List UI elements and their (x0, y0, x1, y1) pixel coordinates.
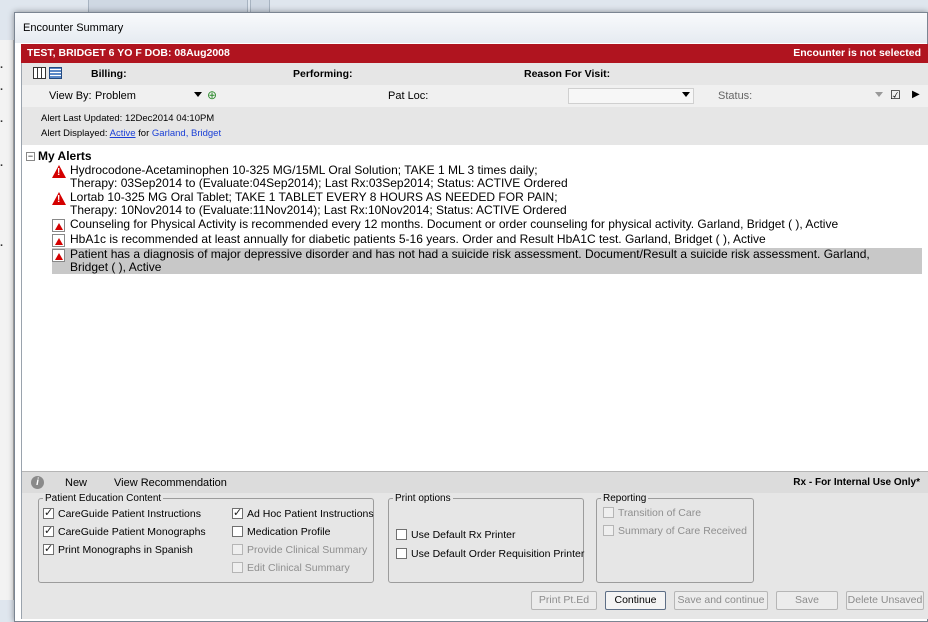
status-label: Status: (718, 90, 753, 102)
alert-last-updated: Alert Last Updated: 12Dec2014 04:10PM (41, 113, 215, 124)
calendar-grid-icon[interactable] (49, 67, 62, 79)
alert-item[interactable]: Hydrocodone-Acetaminophen 10-325 MG/15ML… (52, 164, 922, 190)
billing-label: Billing: (91, 68, 127, 80)
view-row: View By: Problem ⊕ Pat Loc: Status: ☑ ▶ (22, 85, 928, 107)
pat-loc-select[interactable] (568, 88, 694, 104)
warning-icon (52, 192, 66, 206)
lab-flask-icon (52, 249, 65, 262)
alert-text-line1: HbA1c is recommended at least annually f… (70, 232, 766, 246)
patient-banner: TEST, BRIDGET 6 YO F DOB: 08Aug2008 Enco… (21, 44, 928, 63)
action-bar: i New View Recommendation Rx - For Inter… (22, 471, 928, 493)
info-icon[interactable]: i (31, 476, 44, 489)
alert-item[interactable]: Lortab 10-325 MG Oral Tablet; TAKE 1 TAB… (52, 191, 922, 217)
chevron-down-icon[interactable] (194, 92, 202, 97)
print-pt-ed-button[interactable]: Print Pt.Ed (531, 591, 597, 610)
collapse-icon[interactable]: − (26, 152, 35, 161)
summary-received-checkbox[interactable]: Summary of Care Received (603, 525, 747, 537)
alert-info: Alert Last Updated: 12Dec2014 04:10PM Al… (22, 107, 928, 145)
reason-for-visit-label: Reason For Visit: (524, 68, 611, 80)
careguide-instructions-checkbox[interactable]: CareGuide Patient Instructions (43, 506, 201, 520)
background-mark: · (0, 62, 4, 74)
view-by-label: View By: (49, 90, 92, 102)
summary-content: Billing: Performing: Reason For Visit: V… (21, 63, 928, 619)
default-rx-printer-label: Use Default Rx Printer (411, 529, 516, 541)
arrow-right-icon[interactable]: ▶ (912, 89, 920, 100)
alert-displayed-link[interactable]: Active (110, 128, 136, 139)
transition-of-care-checkbox[interactable]: Transition of Care (603, 507, 701, 519)
careguide-instructions-label: CareGuide Patient Instructions (58, 508, 201, 520)
add-filter-icon[interactable]: ⊕ (207, 88, 217, 102)
print-spanish-label: Print Monographs in Spanish (58, 544, 193, 556)
encounter-status: Encounter is not selected (793, 47, 921, 59)
pat-loc-label: Pat Loc: (388, 90, 429, 102)
alert-for-patient-link[interactable]: Garland, Bridget (152, 128, 221, 139)
dialog-title: Encounter Summary (15, 13, 927, 43)
delete-unsaved-button[interactable]: Delete Unsaved (846, 591, 924, 610)
calculator-icon[interactable] (33, 67, 46, 79)
rx-internal-notice: Rx - For Internal Use Only* (793, 477, 920, 488)
background-mark: · (0, 116, 4, 128)
summary-received-label: Summary of Care Received (618, 525, 747, 537)
warning-icon (52, 165, 66, 179)
alert-text-line2: Therapy: 10Nov2014 to (Evaluate:11Nov201… (70, 203, 567, 217)
encounter-summary-dialog: Encounter Summary TEST, BRIDGET 6 YO F D… (14, 12, 928, 622)
background-mark: · (0, 240, 4, 252)
alert-text-line2: Bridget ( ), Active (70, 260, 162, 274)
edit-clinical-summary-checkbox[interactable]: Edit Clinical Summary (232, 562, 350, 574)
patient-identity: TEST, BRIDGET 6 YO F DOB: 08Aug2008 (27, 47, 230, 59)
chevron-down-icon[interactable] (875, 92, 883, 97)
alert-item-selected[interactable]: Patient has a diagnosis of major depress… (52, 248, 922, 274)
medication-profile-label: Medication Profile (247, 526, 331, 538)
background-sidebar: · · · · · (0, 40, 14, 600)
continue-button[interactable]: Continue (605, 591, 666, 610)
default-order-printer-checkbox[interactable]: Use Default Order Requisition Printer (396, 548, 584, 560)
background-mark: · (0, 160, 4, 172)
billing-row: Billing: Performing: Reason For Visit: (22, 63, 928, 85)
alert-item[interactable]: Counseling for Physical Activity is reco… (52, 217, 922, 232)
clipboard-check-icon[interactable]: ☑ (890, 88, 901, 102)
careguide-monographs-label: CareGuide Patient Monographs (58, 526, 206, 538)
alert-for-label: for (138, 128, 150, 139)
lab-flask-icon (52, 234, 65, 247)
background-mark: · (0, 84, 4, 96)
transition-of-care-label: Transition of Care (618, 507, 702, 519)
lab-flask-icon (52, 219, 65, 232)
my-alerts-group[interactable]: − My Alerts (26, 149, 92, 163)
adhoc-instructions-checkbox[interactable]: Ad Hoc Patient Instructions (232, 506, 374, 520)
reporting-legend: Reporting (603, 493, 647, 504)
chevron-down-icon[interactable] (682, 92, 690, 97)
alert-text-line1: Patient has a diagnosis of major depress… (70, 247, 870, 261)
new-button[interactable]: New (65, 477, 87, 489)
edit-clinical-summary-label: Edit Clinical Summary (247, 562, 350, 574)
print-spanish-checkbox[interactable]: Print Monographs in Spanish (43, 542, 193, 556)
medication-profile-checkbox[interactable]: Medication Profile (232, 526, 330, 538)
default-rx-printer-checkbox[interactable]: Use Default Rx Printer (396, 529, 515, 541)
alert-text-line2: Therapy: 03Sep2014 to (Evaluate:04Sep201… (70, 176, 568, 190)
careguide-monographs-checkbox[interactable]: CareGuide Patient Monographs (43, 524, 206, 538)
view-recommendation-button[interactable]: View Recommendation (114, 477, 227, 489)
default-order-printer-label: Use Default Order Requisition Printer (411, 548, 585, 560)
view-by-select[interactable]: Problem (95, 90, 136, 102)
my-alerts-title: My Alerts (38, 149, 92, 163)
provide-clinical-summary-checkbox[interactable]: Provide Clinical Summary (232, 544, 367, 556)
save-and-continue-button[interactable]: Save and continue (674, 591, 768, 610)
performing-label: Performing: (293, 68, 353, 80)
print-options-legend: Print options (395, 493, 451, 504)
alert-displayed: Alert Displayed: Active for Garland, Bri… (41, 128, 221, 139)
alert-text-line1: Counseling for Physical Activity is reco… (70, 217, 839, 231)
alert-item[interactable]: HbA1c is recommended at least annually f… (52, 232, 922, 247)
save-button[interactable]: Save (776, 591, 838, 610)
provide-clinical-summary-label: Provide Clinical Summary (247, 544, 368, 556)
alert-displayed-label: Alert Displayed: (41, 128, 108, 139)
patient-education-legend: Patient Education Content (45, 493, 162, 504)
adhoc-instructions-label: Ad Hoc Patient Instructions (247, 508, 374, 520)
